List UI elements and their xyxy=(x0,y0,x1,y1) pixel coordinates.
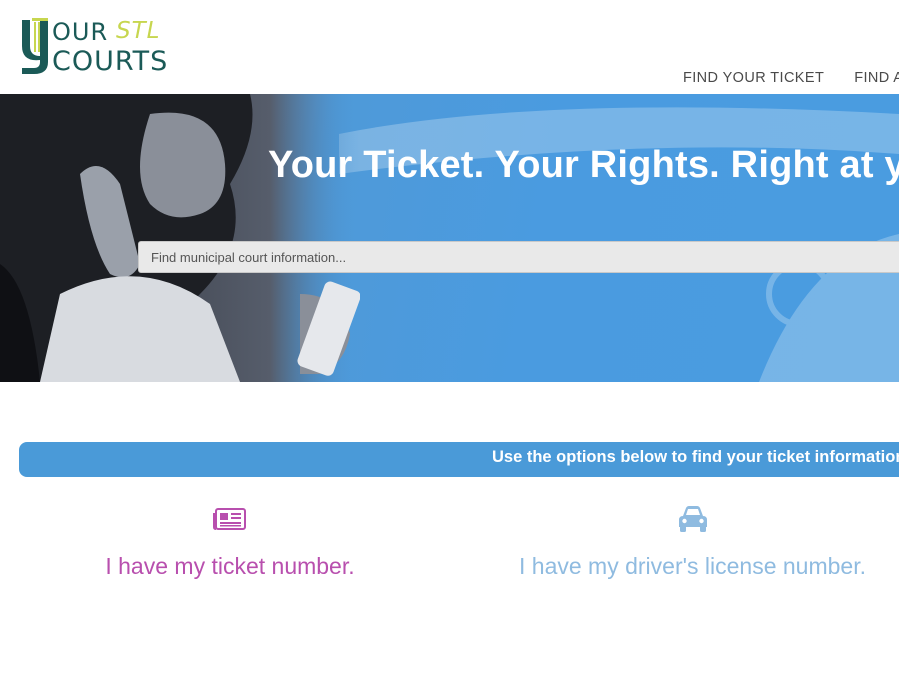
nav-find-your-ticket[interactable]: FIND YOUR TICKET xyxy=(683,70,824,86)
hero-title: Your Ticket. Your Rights. Right at you xyxy=(268,144,899,186)
main-nav: FIND YOUR TICKET FIND A xyxy=(683,70,899,86)
hero-woman-photo xyxy=(0,94,360,382)
drivers-license-option[interactable]: I have my driver's license number. xyxy=(500,505,885,580)
logo-our-text: OUR xyxy=(52,18,109,46)
hero-banner: Your Ticket. Your Rights. Right at you xyxy=(0,94,899,382)
car-icon xyxy=(678,506,707,532)
drivers-license-option-label[interactable]: I have my driver's license number. xyxy=(500,553,885,580)
site-logo[interactable]: OUR STL COURTS xyxy=(20,16,180,78)
ticket-number-option[interactable]: I have my ticket number. xyxy=(60,505,400,580)
hero-car-background-image xyxy=(339,107,899,382)
logo-courts-text: COURTS xyxy=(52,46,169,77)
logo-stl-text: STL xyxy=(116,18,161,44)
ticket-number-option-label[interactable]: I have my ticket number. xyxy=(60,553,400,580)
options-banner-text: Use the options below to find your ticke… xyxy=(492,448,899,466)
nav-find-a[interactable]: FIND A xyxy=(854,70,899,86)
newspaper-icon xyxy=(213,508,246,530)
site-header: OUR STL COURTS FIND YOUR TICKET FIND A xyxy=(0,0,899,94)
court-search-input[interactable] xyxy=(138,241,899,273)
